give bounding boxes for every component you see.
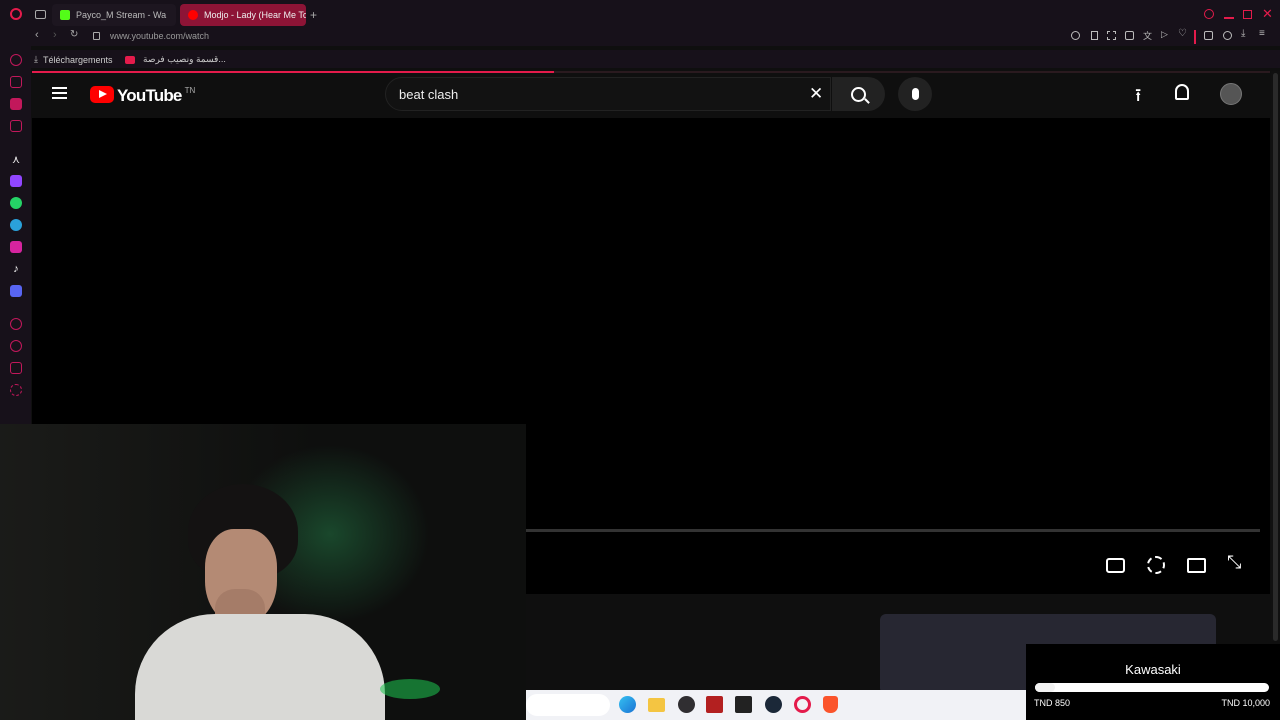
youtube-logo[interactable]: YouTube TN	[90, 86, 195, 106]
app-red-icon[interactable]	[706, 696, 723, 713]
browser-tab-bar: Payco_M Stream - Wa Modjo - Lady (Hear M…	[0, 0, 1280, 28]
instagram-icon[interactable]	[10, 241, 22, 253]
lock-icon	[93, 32, 100, 40]
close-window-button[interactable]: ✕	[1262, 6, 1273, 22]
maximize-button[interactable]	[1243, 10, 1252, 19]
tab-modjo-lady[interactable]: Modjo - Lady (Hear Me To	[180, 4, 306, 26]
twitch-icon[interactable]	[10, 175, 22, 187]
sidebar-divider	[1194, 30, 1196, 44]
person-shirt	[135, 614, 385, 720]
bookmark-label: Téléchargements	[42, 54, 113, 65]
microphone-icon	[911, 88, 919, 100]
url-field[interactable]: www.youtube.com/watch	[110, 31, 209, 41]
clear-search-icon[interactable]: ✕	[809, 84, 823, 104]
search-input[interactable]: beat clash	[399, 87, 458, 102]
page-load-progress	[32, 71, 554, 73]
taskbar-search-box[interactable]	[526, 694, 610, 716]
zoom-icon[interactable]	[1071, 31, 1080, 40]
green-led-strip	[380, 679, 440, 699]
browser-sidebar: ⋏ ♪	[0, 28, 31, 428]
search-box[interactable]: beat clash ✕	[385, 77, 831, 111]
voice-search-button[interactable]	[898, 77, 932, 111]
steam-icon[interactable]	[765, 696, 782, 713]
heart-icon[interactable]: ♡	[1178, 28, 1187, 39]
bookmark-label: قسمة ونصيب فرصة...	[143, 54, 226, 64]
forward-icon[interactable]: ›	[53, 29, 57, 41]
bookmark-video[interactable]: قسمة ونصيب فرصة...	[125, 54, 226, 65]
pc-app-icon[interactable]	[735, 696, 752, 713]
clock-icon[interactable]	[10, 340, 22, 352]
snapshot-icon[interactable]	[1107, 31, 1116, 40]
video-progress-bar[interactable]	[526, 529, 1260, 532]
search-icon	[851, 86, 870, 104]
goal-progress-track	[1035, 683, 1269, 692]
bag-icon[interactable]	[10, 76, 22, 88]
settings-icon[interactable]	[10, 384, 22, 396]
aria-icon[interactable]: ⋏	[10, 153, 22, 166]
player-icon[interactable]	[10, 318, 22, 330]
country-code: TN	[184, 86, 196, 95]
subtitles-icon[interactable]	[1106, 558, 1125, 573]
discord-icon[interactable]	[10, 285, 22, 297]
translate-icon[interactable]: 文	[1143, 29, 1152, 42]
kick-icon	[60, 10, 70, 20]
obs-icon[interactable]	[678, 696, 695, 713]
mail-icon[interactable]	[10, 120, 22, 132]
avatar[interactable]	[1220, 83, 1242, 105]
opera-logo-icon[interactable]	[10, 8, 22, 20]
brave-icon[interactable]	[823, 696, 838, 713]
play-icon[interactable]: ▷	[1161, 29, 1168, 40]
reload-icon[interactable]: ↻	[70, 29, 78, 40]
fullscreen-icon[interactable]: ⤡	[1227, 552, 1249, 572]
history-icon[interactable]	[10, 54, 22, 66]
shield-icon[interactable]	[1125, 31, 1134, 40]
tab-overview-icon[interactable]	[35, 10, 46, 19]
hamburger-menu-icon[interactable]	[52, 87, 67, 99]
tab-label: Payco_M Stream - Wa	[76, 10, 167, 20]
goal-target: TND 10,000	[1221, 698, 1270, 708]
opera-taskbar-icon[interactable]	[794, 696, 811, 713]
goal-progress-fill	[1035, 683, 1055, 692]
telegram-icon[interactable]	[10, 219, 22, 231]
new-tab-button[interactable]: +	[310, 8, 317, 22]
goal-title: Kawasaki	[1125, 662, 1181, 677]
donation-goal-widget: Kawasaki TND 850 TND 10,000	[1026, 644, 1280, 720]
downloads-icon[interactable]: ⤓	[1241, 28, 1245, 39]
bookmark-downloads[interactable]: ⤓ Téléchargements	[34, 54, 113, 65]
edge-icon[interactable]	[619, 696, 636, 713]
whatsapp-icon[interactable]	[10, 197, 22, 209]
webcam-overlay	[0, 424, 526, 720]
tab-label: Modjo - Lady (Hear Me To	[204, 10, 306, 20]
bookmark-icon[interactable]	[1091, 31, 1098, 40]
tab-payco-stream[interactable]: Payco_M Stream - Wa	[52, 4, 176, 26]
notifications-bell-icon[interactable]	[1175, 84, 1189, 100]
address-bar: ‹ › ↻ www.youtube.com/watch 文 ▷ ♡ ⤓ ≡	[30, 28, 1280, 46]
account-icon[interactable]	[1223, 31, 1232, 40]
messenger-icon[interactable]	[10, 98, 22, 110]
settings-gear-icon[interactable]	[1147, 556, 1165, 574]
youtube-play-icon	[90, 86, 114, 103]
folder-icon[interactable]	[648, 698, 665, 712]
tiktok-icon[interactable]: ♪	[10, 263, 22, 275]
search-tabs-icon[interactable]	[1204, 9, 1214, 19]
back-icon[interactable]: ‹	[35, 29, 39, 41]
extensions-sidebar-icon[interactable]	[10, 362, 22, 374]
scrollbar-thumb[interactable]	[1273, 73, 1278, 641]
goal-current: TND 850	[1034, 698, 1071, 708]
bookmarks-bar: ⤓ Téléchargements قسمة ونصيب فرصة...	[30, 50, 1280, 68]
windows-taskbar	[526, 690, 1026, 720]
search-button[interactable]	[832, 77, 885, 111]
download-icon: ⤓	[34, 54, 38, 64]
upload-icon[interactable]: ⭱	[1135, 83, 1141, 113]
youtube-icon	[125, 55, 135, 64]
extensions-icon[interactable]	[1204, 31, 1213, 40]
minimize-button[interactable]	[1224, 17, 1234, 19]
logo-text: YouTube	[117, 86, 182, 105]
youtube-icon	[188, 10, 198, 20]
menu-icon[interactable]: ≡	[1259, 28, 1265, 39]
theater-mode-icon[interactable]	[1187, 558, 1206, 573]
